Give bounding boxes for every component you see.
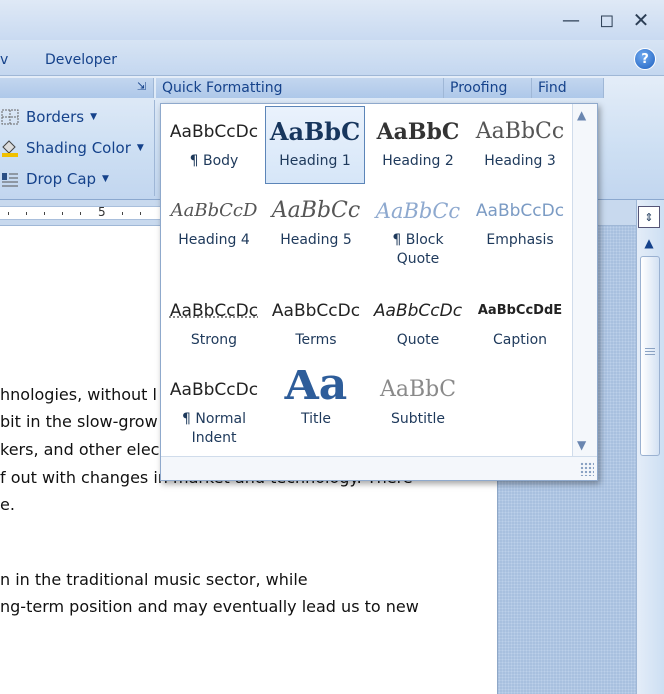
paint-bucket-icon	[0, 139, 20, 157]
scroll-thumb[interactable]	[640, 256, 660, 456]
maximize-icon[interactable]: ◻	[594, 8, 620, 32]
ruler-tick	[26, 212, 27, 215]
tab-developer[interactable]: Developer	[45, 52, 117, 68]
tab-view-partial[interactable]: v	[0, 52, 8, 68]
style-name-line-2: Quote	[396, 251, 440, 267]
style-name: ¶ Block	[392, 232, 444, 248]
style-body[interactable]: AaBbCcDc ¶ Body	[164, 112, 264, 171]
gallery-scroll-down-icon[interactable]: ▼	[577, 438, 586, 452]
style-sample: Aa	[284, 370, 348, 410]
style-name: ¶ Body	[189, 153, 239, 169]
style-caption[interactable]: AaBbCcDdE Caption	[470, 291, 570, 350]
gallery-scroll-up-icon[interactable]: ▲	[577, 108, 586, 122]
style-name: Title	[300, 411, 331, 427]
ruler-tick	[62, 212, 63, 215]
style-name-line-2: Indent	[191, 430, 237, 446]
ruler-tick	[122, 212, 123, 215]
dialog-launcher-icon[interactable]: ⇲	[137, 80, 151, 94]
style-strong[interactable]: AaBbCcDc Strong	[164, 291, 264, 350]
style-quote[interactable]: AaBbCcDc Quote	[368, 291, 468, 350]
gallery-footer	[161, 456, 597, 480]
ribbon-separator	[154, 100, 155, 196]
chevron-down-icon: ▼	[90, 112, 98, 122]
style-sample: AaBbCc	[375, 199, 461, 223]
style-sample: AaBbCcDc	[373, 301, 463, 321]
style-name: Heading 4	[178, 232, 250, 248]
borders-label: Borders	[26, 108, 85, 126]
drop-cap-button[interactable]: Drop Cap ▼	[0, 166, 109, 192]
shading-color-label: Shading Color	[26, 139, 131, 157]
group-quick-formatting: Quick Formatting	[156, 78, 444, 98]
scroll-up-icon[interactable]: ▲	[640, 236, 658, 250]
resize-grip-icon[interactable]	[580, 462, 594, 476]
style-sample: AaBbCcDc	[169, 122, 259, 142]
ruler-tick	[8, 212, 9, 215]
style-sample: AaBbC	[269, 117, 361, 146]
drop-cap-icon	[0, 170, 20, 188]
document-line: n in the traditional music sector, while	[0, 570, 308, 589]
ruler-tick	[80, 212, 81, 215]
style-sample: AaBbCcD	[170, 200, 258, 221]
style-normal-indent[interactable]: AaBbCcDc ¶ Normal Indent	[164, 370, 264, 448]
style-name: Subtitle	[390, 411, 446, 427]
style-sample: AaBbCcDc	[169, 301, 259, 321]
style-sample: AaBbCcDdE	[477, 303, 563, 318]
style-name: Heading 5	[280, 232, 352, 248]
style-name: ¶ Normal	[181, 411, 246, 427]
style-terms[interactable]: AaBbCcDc Terms	[266, 291, 366, 350]
style-heading-1[interactable]: AaBbC Heading 1	[265, 106, 365, 184]
style-block-quote[interactable]: AaBbCc ¶ Block Quote	[368, 191, 468, 269]
style-sample: AaBbCc	[475, 119, 565, 144]
style-name: Quote	[396, 332, 440, 348]
borders-button[interactable]: Borders ▼	[0, 104, 97, 130]
style-name: Emphasis	[486, 232, 554, 248]
help-icon[interactable]: ?	[634, 48, 656, 70]
group-find: Find	[532, 78, 604, 98]
style-sample: AaBbCcDc	[271, 301, 361, 321]
scroll-grip-icon	[645, 348, 655, 356]
style-emphasis[interactable]: AaBbCcDc Emphasis	[470, 191, 570, 250]
style-name: Terms	[295, 332, 337, 348]
document-line: kers, and other elec	[0, 440, 160, 459]
style-name: Caption	[492, 332, 548, 348]
style-heading-3[interactable]: AaBbCc Heading 3	[470, 112, 570, 171]
style-name: Heading 2	[382, 153, 454, 169]
chevron-down-icon: ▼	[136, 143, 144, 153]
document-line: ng-term position and may eventually lead…	[0, 597, 419, 616]
style-name: Heading 1	[279, 153, 351, 169]
drop-cap-label: Drop Cap	[26, 170, 97, 188]
gallery-scrollbar[interactable]	[572, 104, 597, 456]
ruler-tick	[140, 212, 141, 215]
style-name: Strong	[190, 332, 238, 348]
style-sample: AaBbC	[376, 119, 460, 145]
style-sample: AaBbCcDc	[475, 201, 565, 221]
style-sample: AaBbCcDc	[169, 380, 259, 400]
ruler-tick	[44, 212, 45, 215]
style-title[interactable]: Aa Title	[266, 370, 366, 429]
chevron-down-icon: ▼	[102, 174, 109, 184]
style-heading-4[interactable]: AaBbCcD Heading 4	[164, 191, 264, 250]
close-icon[interactable]: ✕	[628, 8, 654, 32]
shading-color-button[interactable]: Shading Color ▼	[0, 135, 144, 161]
minimize-icon[interactable]: —	[558, 8, 584, 32]
borders-icon	[0, 108, 20, 126]
ribbon-tab-row: v Developer	[0, 40, 664, 76]
document-line: hnologies, without l	[0, 385, 157, 404]
style-sample: AaBbC	[379, 377, 457, 402]
style-name: Heading 3	[484, 153, 556, 169]
group-proofing: Proofing	[444, 78, 532, 98]
style-heading-5[interactable]: AaBbCc Heading 5	[266, 191, 366, 250]
view-ruler-icon[interactable]: ⇕	[638, 206, 660, 228]
paragraph-group-label-bar	[0, 78, 154, 98]
style-subtitle[interactable]: AaBbC Subtitle	[368, 370, 468, 429]
style-heading-2[interactable]: AaBbC Heading 2	[368, 112, 468, 171]
ruler-number: 5	[98, 205, 106, 219]
style-sample: AaBbCc	[271, 198, 361, 223]
document-line: e.	[0, 495, 15, 514]
document-line: bit in the slow-grow	[0, 412, 158, 431]
